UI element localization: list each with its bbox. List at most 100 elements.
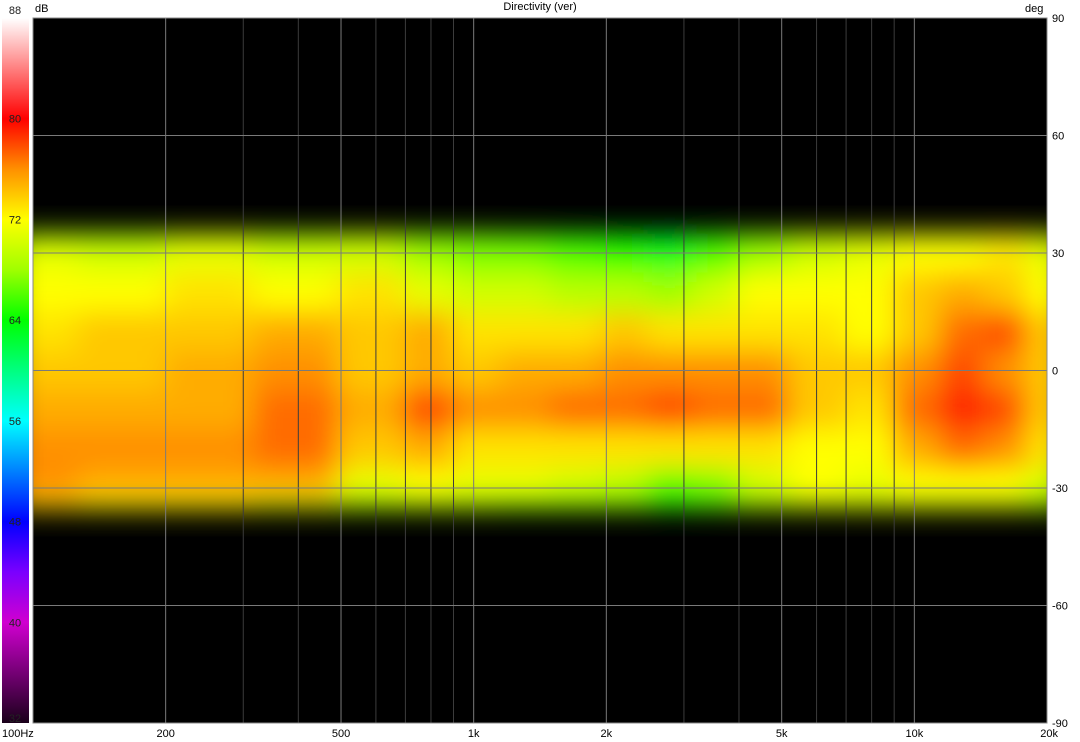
- heatmap-cell: [984, 272, 1027, 313]
- heatmap-cell: [452, 429, 500, 470]
- heatmap-cell: [737, 497, 791, 509]
- heatmap-cell: [599, 429, 649, 470]
- heatmap-cell: [599, 390, 649, 431]
- heatmap-cell: [253, 429, 339, 470]
- heatmap-cell: [789, 311, 846, 352]
- heatmap-cell: [844, 233, 894, 245]
- heatmap-cell: [692, 243, 739, 274]
- colorbar-tick-label: 72: [9, 214, 21, 226]
- heatmap-cell: [337, 243, 405, 274]
- heatmap-cell: [78, 390, 167, 431]
- heatmap-cell: [647, 233, 693, 245]
- y-tick-label: 30: [1052, 248, 1064, 260]
- heatmap-cell: [939, 429, 986, 470]
- colorbar-tick-label: 64: [9, 315, 21, 327]
- heatmap-cell: [647, 243, 693, 274]
- heatmap-cell: [452, 311, 500, 352]
- heatmap-cell: [737, 311, 791, 352]
- heatmap-cell: [403, 311, 454, 352]
- heatmap-cell: [844, 272, 894, 313]
- heatmap-cell: [939, 272, 986, 313]
- x-tick-label: 10k: [905, 728, 923, 740]
- heatmap-cell: [498, 243, 551, 274]
- heatmap-cell: [253, 468, 339, 499]
- heatmap-cell: [692, 311, 739, 352]
- heatmap-cell: [498, 468, 551, 499]
- colorbar-tick-label: 56: [9, 416, 21, 428]
- heatmap-cell: [893, 272, 941, 313]
- heatmap-cell: [789, 233, 846, 245]
- heatmap-cell: [789, 468, 846, 499]
- heatmap-cell: [692, 233, 739, 245]
- heatmap-cell: [403, 243, 454, 274]
- heatmap-cell: [789, 390, 846, 431]
- heatmap-cell: [165, 390, 255, 431]
- heatmap-cell: [78, 429, 167, 470]
- heatmap-cell: [78, 272, 167, 313]
- heatmap-cell: [844, 429, 894, 470]
- heatmap-cell: [984, 311, 1027, 352]
- heatmap-cell: [647, 272, 693, 313]
- heatmap-cell: [78, 497, 167, 509]
- heatmap-cell: [893, 311, 941, 352]
- y-tick-label: 0: [1052, 366, 1058, 378]
- heatmap-cell: [647, 390, 693, 431]
- heatmap-cell: [737, 429, 791, 470]
- heatmap-cell: [789, 272, 846, 313]
- heatmap-cell: [939, 390, 986, 431]
- heatmap-cell: [844, 497, 894, 509]
- heatmap-cell: [599, 233, 649, 245]
- heatmap-cell: [692, 272, 739, 313]
- y-tick-label: 90: [1052, 13, 1064, 25]
- heatmap-cell: [498, 429, 551, 470]
- heatmap-cell: [403, 468, 454, 499]
- heatmap-cell: [403, 233, 454, 245]
- heatmap-cell: [337, 468, 405, 499]
- heatmap-cell: [452, 233, 500, 245]
- heatmap-cell: [844, 243, 894, 274]
- heatmap-cell: [939, 233, 986, 245]
- heatmap-cell: [737, 233, 791, 245]
- heatmap-cell: [599, 311, 649, 352]
- heatmap-cell: [549, 272, 601, 313]
- heatmap-cell: [253, 311, 339, 352]
- x-tick-label: 100Hz: [2, 728, 34, 740]
- heatmap-cell: [647, 311, 693, 352]
- heatmap-cell: [78, 311, 167, 352]
- heatmap-cell: [789, 243, 846, 274]
- heatmap-cell: [452, 272, 500, 313]
- heatmap-cell: [984, 243, 1027, 274]
- heatmap-cell: [599, 243, 649, 274]
- x-tick-label: 500: [332, 728, 350, 740]
- heatmap-cell: [844, 311, 894, 352]
- heatmap-cell: [893, 429, 941, 470]
- heatmap-cell: [165, 272, 255, 313]
- x-tick-label: 5k: [776, 728, 788, 740]
- heatmap-cell: [498, 311, 551, 352]
- heatmap-cell: [939, 468, 986, 499]
- heatmap-cell: [452, 390, 500, 431]
- heatmap-cell: [893, 497, 941, 509]
- heatmap-cell: [498, 497, 551, 509]
- heatmap-cell: [253, 390, 339, 431]
- heatmap-cell: [549, 243, 601, 274]
- x-tick-label: 200: [156, 728, 174, 740]
- heatmap-cell: [165, 468, 255, 499]
- y-tick-label: -90: [1052, 718, 1068, 730]
- heatmap-cell: [984, 390, 1027, 431]
- heatmap-cell: [692, 390, 739, 431]
- heatmap-cell: [337, 272, 405, 313]
- heatmap-cell: [452, 468, 500, 499]
- heatmap-cell: [647, 468, 693, 499]
- heatmap-cell: [549, 497, 601, 509]
- heatmap-cell: [844, 468, 894, 499]
- heatmap-cell: [984, 233, 1027, 245]
- heatmap-cell: [498, 390, 551, 431]
- heatmap-cell: [647, 497, 693, 509]
- heatmap-cell: [253, 272, 339, 313]
- heatmap-cell: [692, 497, 739, 509]
- heatmap-cell: [337, 429, 405, 470]
- heatmap-cell: [789, 429, 846, 470]
- heatmap-cell: [984, 429, 1027, 470]
- y-tick-label: 60: [1052, 131, 1064, 143]
